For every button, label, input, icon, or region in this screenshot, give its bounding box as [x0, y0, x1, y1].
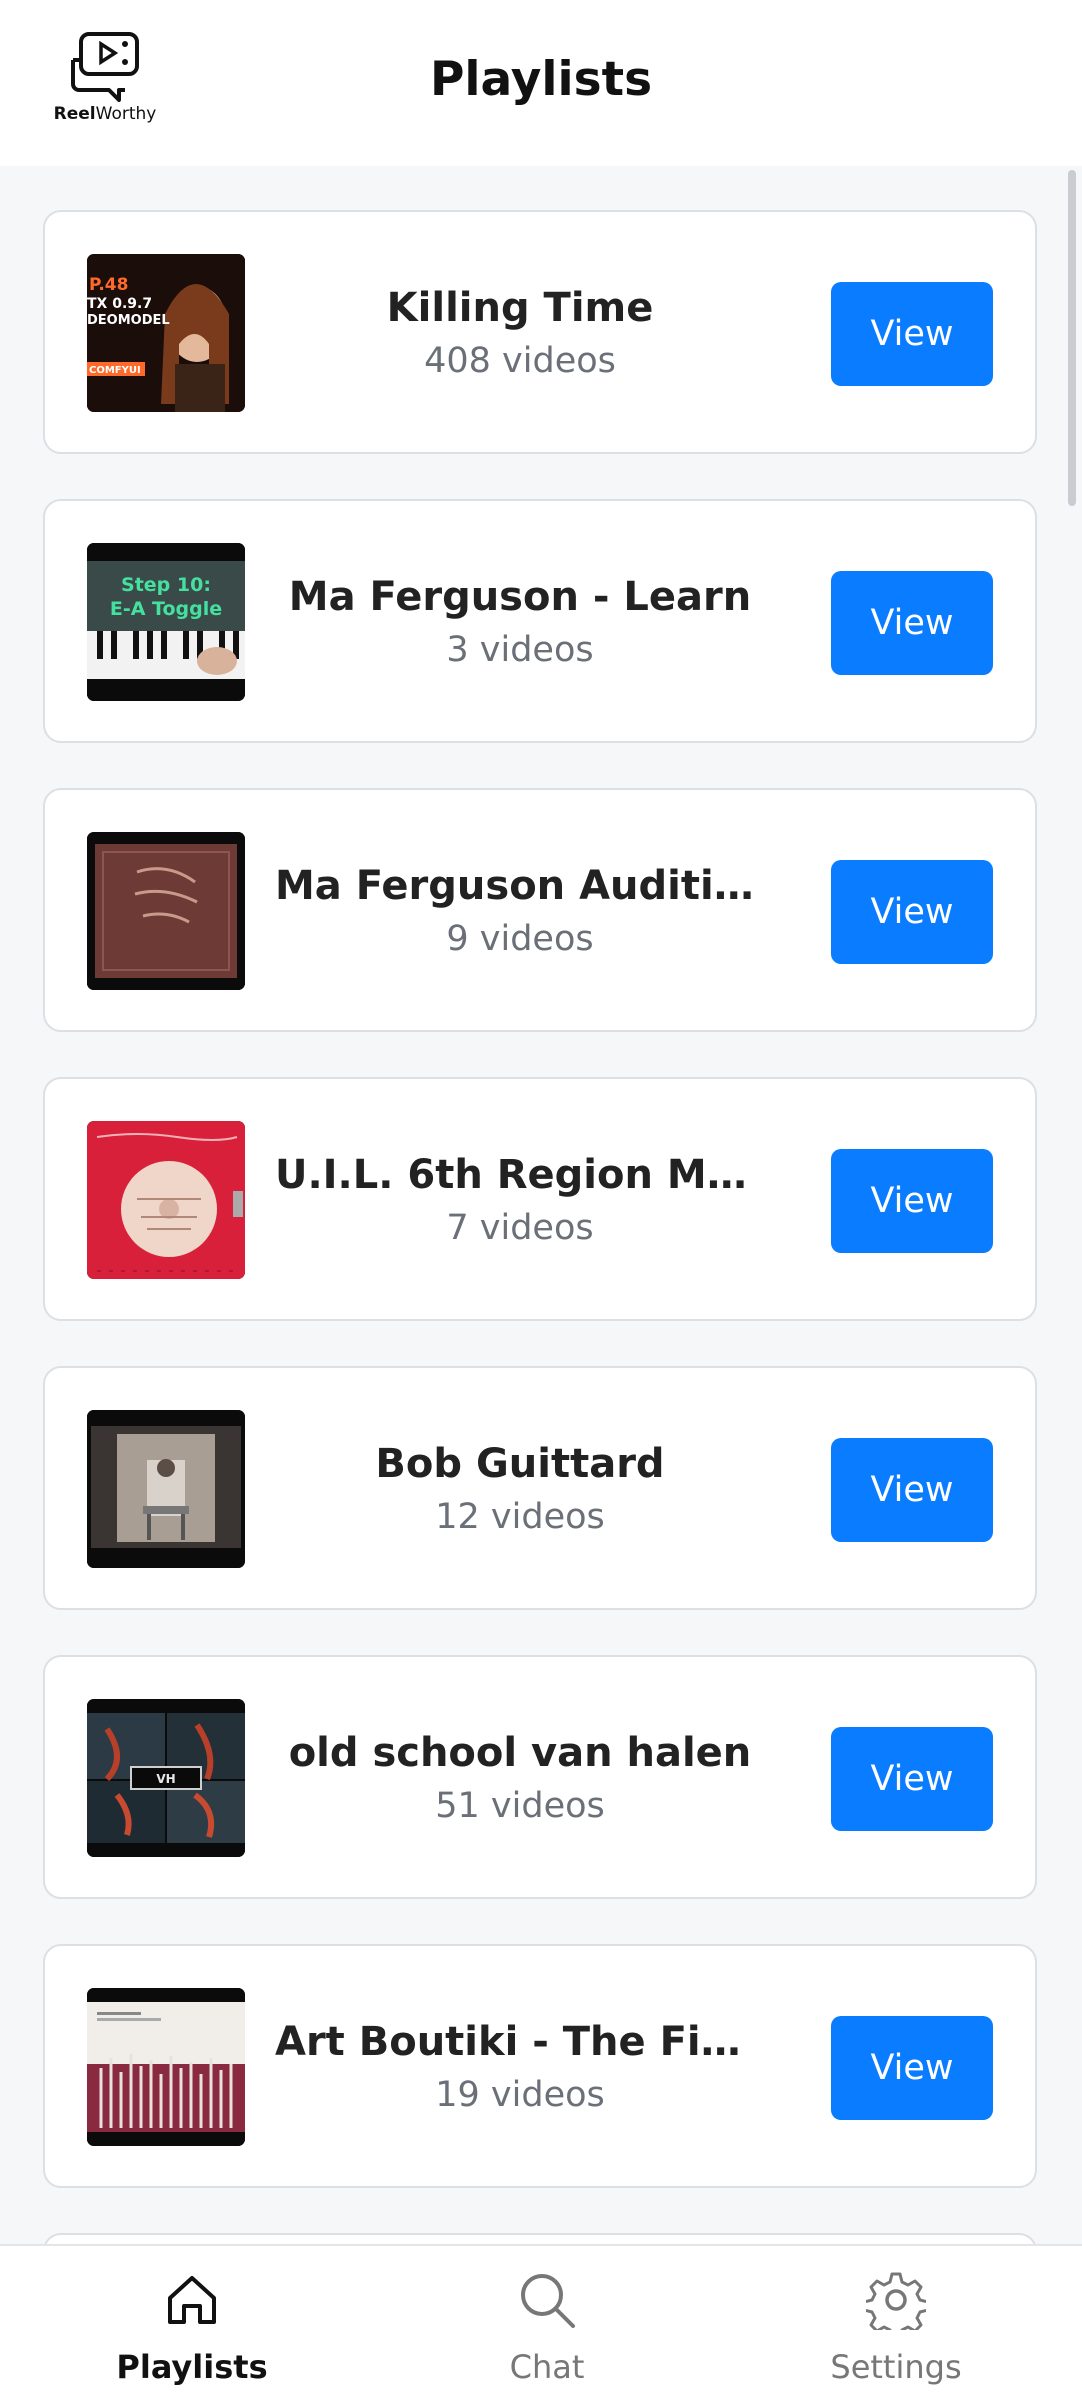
svg-text:P.48: P.48 [89, 275, 128, 295]
playlist-thumbnail [87, 832, 245, 990]
home-icon [168, 2276, 216, 2324]
tab-label: Chat [509, 2348, 585, 2386]
scrollbar[interactable] [1068, 170, 1076, 506]
svg-text:E-A Toggle: E-A Toggle [110, 598, 222, 620]
view-button[interactable]: View [831, 1727, 993, 1831]
view-button[interactable]: View [831, 2016, 993, 2120]
view-button[interactable]: View [831, 282, 993, 386]
playlist-info: Ma Ferguson Audition 9 videos [275, 858, 765, 964]
app-header: ReelWorthy Playlists [0, 0, 1082, 166]
playlist-video-count: 19 videos [435, 2075, 605, 2115]
playlist-video-count: 9 videos [446, 919, 594, 959]
view-button[interactable]: View [831, 860, 993, 964]
playlist-card-partial[interactable] [43, 2233, 1037, 2244]
playlist-card[interactable]: Bob Guittard 12 videos View [43, 1366, 1037, 1610]
bottom-tab-bar: Playlists Chat Settings [0, 2244, 1082, 2404]
search-icon [521, 2274, 575, 2328]
svg-text:Step 10:: Step 10: [121, 574, 211, 596]
page-title: Playlists [429, 52, 653, 107]
tab-playlists[interactable]: Playlists [42, 2246, 342, 2404]
playlist-thumbnail [87, 1988, 245, 2146]
svg-text:COMFYUI: COMFYUI [89, 365, 141, 376]
playlist-title: Killing Time [386, 285, 654, 331]
view-button[interactable]: View [831, 1438, 993, 1542]
playlist-video-count: 7 videos [446, 1208, 594, 1248]
svg-text:DEOMODEL: DEOMODEL [87, 313, 170, 328]
tab-chat[interactable]: Chat [397, 2246, 697, 2404]
playlist-title: Ma Ferguson Audition [275, 863, 765, 909]
playlist-card[interactable]: Art Boutiki - The Final Show 19 videos V… [43, 1944, 1037, 2188]
playlist-info: Ma Ferguson - Learn 3 videos [275, 569, 765, 675]
playlist-video-count: 12 videos [435, 1497, 605, 1537]
playlist-card[interactable]: Step 10: E-A Toggle Ma Ferguson - Learn … [43, 499, 1037, 743]
playlist-title: Ma Ferguson - Learn [288, 574, 752, 620]
playlist-info: Art Boutiki - The Final Show 19 videos [275, 2014, 765, 2120]
playlist-card[interactable]: VH old school van halen 51 videos View [43, 1655, 1037, 1899]
svg-text:TX 0.9.7: TX 0.9.7 [87, 296, 152, 312]
playlist-video-count: 3 videos [446, 630, 594, 670]
playlist-info: Bob Guittard 12 videos [275, 1436, 765, 1542]
playlist-title: Bob Guittard [375, 1441, 665, 1487]
playlist-thumbnail [87, 1410, 245, 1568]
playlist-list[interactable]: P.48 TX 0.9.7 DEOMODEL COMFYUI Killing T… [0, 166, 1082, 2244]
playlist-card[interactable]: P.48 TX 0.9.7 DEOMODEL COMFYUI Killing T… [43, 210, 1037, 454]
playlist-title: Art Boutiki - The Final Show [275, 2019, 765, 2065]
playlist-thumbnail: P.48 TX 0.9.7 DEOMODEL COMFYUI [87, 254, 245, 412]
tab-label: Settings [830, 2348, 962, 2386]
playlist-video-count: 408 videos [424, 341, 616, 381]
logo-text: ReelWorthy [53, 104, 157, 124]
playlist-thumbnail: VH [87, 1699, 245, 1857]
playlist-card[interactable]: Ma Ferguson Audition 9 videos View [43, 788, 1037, 1032]
tab-settings[interactable]: Settings [746, 2246, 1046, 2404]
view-button[interactable]: View [831, 1149, 993, 1253]
playlist-title: old school van halen [288, 1730, 752, 1776]
playlist-video-count: 51 videos [435, 1786, 605, 1826]
tab-label: Playlists [116, 2348, 268, 2386]
playlist-title: U.I.L. 6th Region Music Contest [275, 1152, 765, 1198]
playlist-thumbnail [87, 1121, 245, 1279]
playlist-card[interactable]: U.I.L. 6th Region Music Contest 7 videos… [43, 1077, 1037, 1321]
view-button[interactable]: View [831, 571, 993, 675]
gear-icon [866, 2272, 926, 2330]
svg-text:VH: VH [156, 1772, 175, 1786]
playlist-info: old school van halen 51 videos [275, 1725, 765, 1831]
playlist-info: Killing Time 408 videos [275, 280, 765, 386]
playlist-thumbnail: Step 10: E-A Toggle [87, 543, 245, 701]
playlist-info: U.I.L. 6th Region Music Contest 7 videos [275, 1147, 765, 1253]
